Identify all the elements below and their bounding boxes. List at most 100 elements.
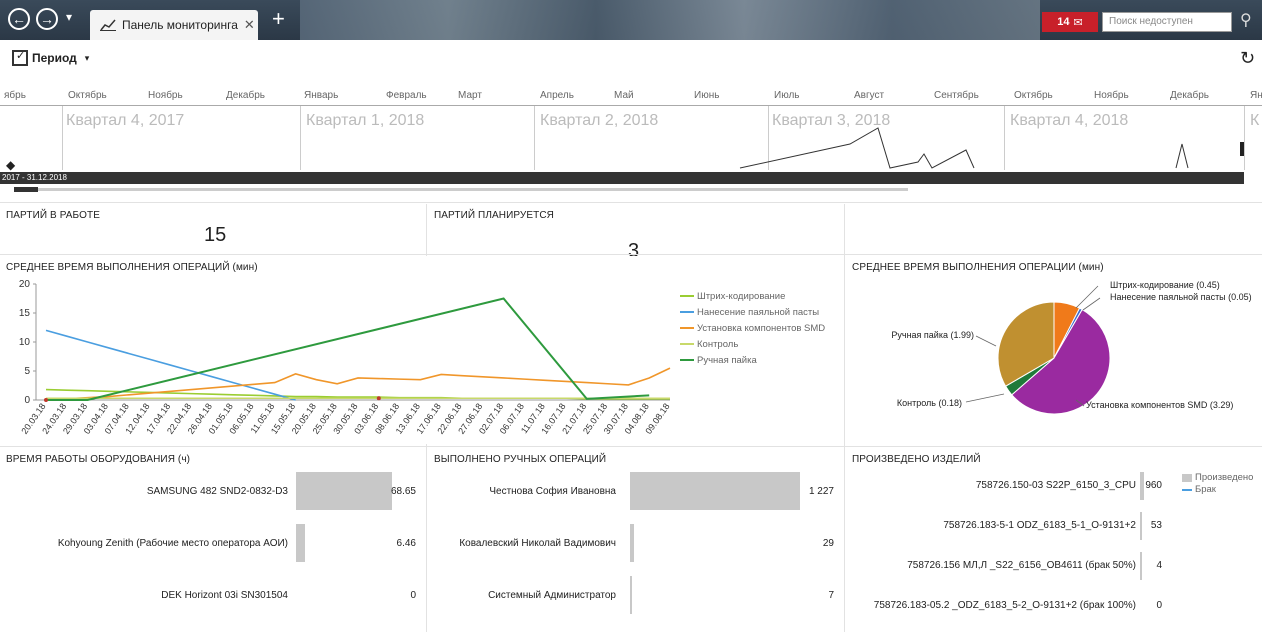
notification-count: 14 <box>1057 16 1070 28</box>
bar-value-label: 960 <box>1145 480 1162 491</box>
legend-label: Контроль <box>697 339 738 350</box>
equipment-panel: ВРЕМЯ РАБОТЫ ОБОРУДОВАНИЯ (ч) SAMSUNG 48… <box>0 448 424 632</box>
timeline-month: Июль <box>774 90 800 101</box>
timeline-month: Май <box>614 90 634 101</box>
close-icon[interactable]: ✕ <box>244 17 255 33</box>
timeline-sparkline <box>739 127 1189 169</box>
refresh-icon[interactable]: ↻ <box>1240 48 1255 69</box>
produced-panel: ПРОИЗВЕДЕНО ИЗДЕЛИЙ 758726.150-03 S22P_6… <box>846 448 1262 632</box>
bar-category-label: 758726.183-5-1 ODZ_6183_5-1_O-9131+2 <box>943 520 1136 531</box>
search-input[interactable]: Поиск недоступен <box>1102 12 1232 32</box>
timeline-month: Ноябрь <box>148 90 183 101</box>
bar <box>630 524 635 562</box>
bar-category-label: 758726.183-05.2 _ODZ_6183_5-2_O-9131+2 (… <box>873 600 1136 611</box>
timeline-month: Апрель <box>540 90 574 101</box>
timeline-month: Август <box>854 90 885 101</box>
kpi-planned-title: ПАРТИЙ ПЛАНИРУЕТСЯ <box>434 210 554 221</box>
bar <box>630 472 800 510</box>
bar-value-label: 0 <box>410 590 416 601</box>
bar <box>296 524 306 562</box>
pie-label-leader <box>1075 285 1099 309</box>
legend-label: Ручная пайка <box>697 355 757 366</box>
notification-badge[interactable]: 14 ✉ <box>1042 12 1098 32</box>
bar-value-label: 53 <box>1150 520 1162 531</box>
timeline-scroll-thumb[interactable] <box>14 187 38 192</box>
legend-label: Брак <box>1195 484 1216 495</box>
bar-value-label: 1 227 <box>808 486 834 497</box>
y-tick-label: 10 <box>19 337 31 348</box>
timeline-month: Сентябрь <box>934 90 979 101</box>
produced-title: ПРОИЗВЕДЕНО ИЗДЕЛИЙ <box>852 454 981 465</box>
search-icon[interactable]: ⚲ <box>1240 10 1252 30</box>
new-tab-button[interactable]: + <box>272 8 285 30</box>
series-line <box>45 329 296 401</box>
pie-label: Штрих-кодирование (0.45) <box>1110 280 1220 290</box>
pie-chart: Штрих-кодирование (0.45) Нанесение паяльн… <box>891 280 1252 415</box>
divider <box>0 446 1262 447</box>
bar-category-label: Ковалевский Николай Вадимович <box>459 538 616 549</box>
data-point <box>376 396 381 401</box>
line-chart-panel: СРЕДНЕЕ ВРЕМЯ ВЫПОЛНЕНИЯ ОПЕРАЦИЙ (мин) … <box>0 256 842 444</box>
kpi-in-work-value: 15 <box>204 224 227 246</box>
divider <box>0 254 1262 255</box>
period-dropdown[interactable]: Период ▾ <box>12 49 90 66</box>
title-bar: ← → ▾ Панель мониторинга ✕ + 14 ✉ Поиск … <box>0 0 1262 40</box>
tab-dashboard[interactable]: Панель мониторинга ✕ <box>90 10 258 40</box>
y-tick-label: 20 <box>19 279 31 290</box>
legend-item: Произведено <box>1182 472 1253 483</box>
chart-icon <box>100 19 116 31</box>
series-line <box>46 297 650 401</box>
legend-swatch <box>1182 473 1192 482</box>
bar-category-label: 758726.156 МЛ,Л _S22_6156_OB4611 (брак 5… <box>907 560 1136 571</box>
timeline-month: Январь <box>304 90 339 101</box>
kpi-in-work-title: ПАРТИЙ В РАБОТЕ <box>6 210 100 221</box>
y-tick-label: 0 <box>24 395 30 406</box>
timeline-scrollbar[interactable] <box>14 188 908 191</box>
kpi-in-work-panel: ПАРТИЙ В РАБОТЕ 15 <box>0 204 424 254</box>
line-chart: 0510152020.03.1824.03.1829.03.1803.04.18… <box>19 279 825 436</box>
timeline-month: Декабрь <box>1170 90 1209 101</box>
manual-panel: ВЫПОЛНЕНО РУЧНЫХ ОПЕРАЦИЙ Честнова София… <box>428 448 842 632</box>
bar-value-label: 6.46 <box>396 538 416 549</box>
pie-chart-title: СРЕДНЕЕ ВРЕМЯ ВЫПОЛНЕНИЯ ОПЕРАЦИИ (мин) <box>852 262 1104 273</box>
period-label: Период <box>32 51 77 65</box>
y-tick-label: 15 <box>19 308 31 319</box>
arrow-left-icon[interactable]: ◆ <box>6 158 15 172</box>
kpi-planned-panel: ПАРТИЙ ПЛАНИРУЕТСЯ 3 <box>428 204 842 262</box>
timeline-range-label: 2017 - 31.12.2018 <box>0 172 1244 184</box>
bar-value-label: 4 <box>1156 560 1162 571</box>
data-point <box>44 398 48 402</box>
timeline-month: Март <box>458 90 482 101</box>
bar-category-label: Системный Администратор <box>488 590 616 601</box>
bar-value-label: 0 <box>1156 600 1162 611</box>
mail-icon: ✉ <box>1073 16 1083 29</box>
chevron-down-icon: ▾ <box>84 52 90 63</box>
series-line <box>45 367 671 401</box>
legend-label: Произведено <box>1195 472 1254 483</box>
timeline[interactable]: ябрь Октябрь Ноябрь Декабрь Январь Февраль Мар… <box>0 86 1262 198</box>
legend-item: Брак <box>1182 484 1216 495</box>
equipment-title: ВРЕМЯ РАБОТЫ ОБОРУДОВАНИЯ (ч) <box>6 454 191 465</box>
divider <box>844 204 845 632</box>
pie-label-leader <box>975 335 997 347</box>
timeline-month: Декабрь <box>226 90 265 101</box>
bar-category-label: SAMSUNG 482 SND2-0832-D3 <box>146 486 288 497</box>
back-icon[interactable]: ← <box>8 8 30 30</box>
tab-label: Панель мониторинга <box>122 18 238 32</box>
forward-icon[interactable]: → <box>36 8 58 30</box>
timeline-month: Ноябрь <box>1094 90 1129 101</box>
chevron-down-icon[interactable]: ▾ <box>66 10 72 24</box>
calendar-icon <box>12 49 28 66</box>
bar-value-label: 29 <box>822 538 834 549</box>
timeline-month: ябрь <box>4 90 26 101</box>
pie-chart-panel: СРЕДНЕЕ ВРЕМЯ ВЫПОЛНЕНИЯ ОПЕРАЦИИ (мин) … <box>846 256 1262 444</box>
bar-category-label: Kohyoung Zenith (Рабочие место оператора… <box>57 538 288 549</box>
pie-label-leader <box>965 393 1005 403</box>
legend-swatch <box>1182 488 1192 491</box>
timeline-handle[interactable] <box>1240 142 1244 156</box>
bar-category-label: Честнова София Ивановна <box>489 486 616 497</box>
bar-category-label: DEK Horizont 03i SN301504 <box>161 590 288 601</box>
title-bar-background <box>300 0 1040 40</box>
timeline-month: Ян <box>1250 90 1262 101</box>
pie-label: Нанесение паяльной пасты (0.05) <box>1110 292 1252 302</box>
